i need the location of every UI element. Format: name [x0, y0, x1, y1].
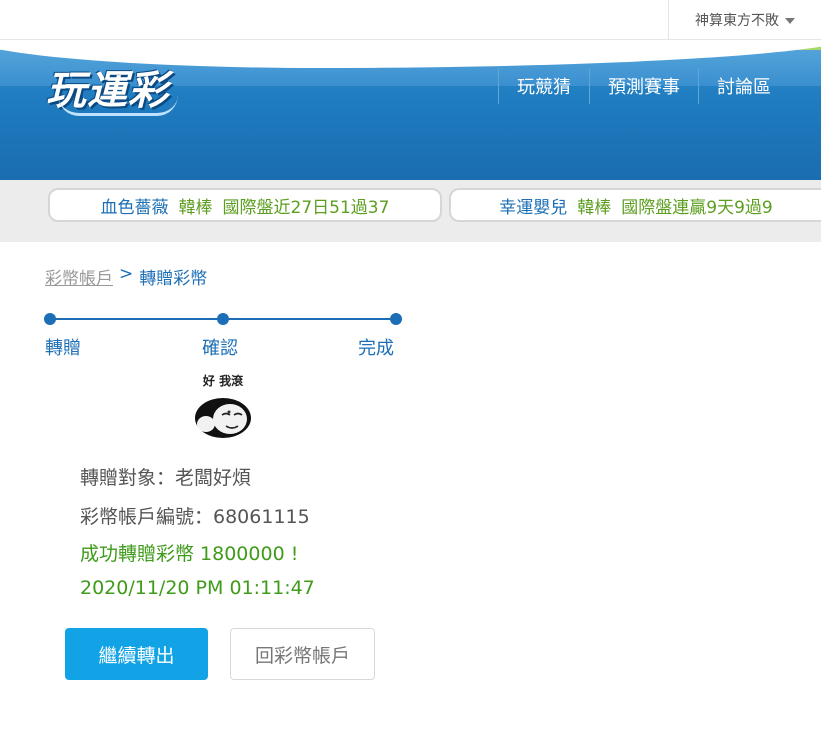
ticker-sport: 韓棒	[178, 197, 213, 218]
logo-swirl	[58, 95, 178, 116]
back-to-coin-account-button[interactable]: 回彩幣帳戶	[230, 628, 375, 680]
nav-forum[interactable]: 討論區	[698, 68, 789, 104]
ticker-stat: 國際盤連贏9天9過9	[621, 197, 773, 218]
recipient-avatar: 好 我滾	[190, 372, 256, 444]
continue-transfer-button[interactable]: 繼續轉出	[65, 628, 208, 680]
step-label-confirm: 確認	[202, 338, 238, 359]
user-name: 神算東方不敗	[695, 13, 779, 29]
account-number-text: 彩幣帳戶編號：68061115	[80, 506, 310, 528]
step-label-transfer: 轉贈	[45, 338, 81, 359]
caret-down-icon	[785, 17, 795, 24]
recipient-text: 轉贈對象：老闆好煩	[80, 467, 252, 489]
step-dot	[390, 313, 402, 325]
user-menu[interactable]: 神算東方不敗	[668, 0, 821, 40]
breadcrumb: 彩幣帳戶 > 轉贈彩幣	[45, 264, 207, 289]
ticker-item[interactable]: 血色薔薇 韓棒 國際盤近27日51過37	[48, 188, 442, 222]
ticker-name: 血色薔薇	[100, 197, 169, 218]
breadcrumb-separator: >	[119, 264, 134, 284]
main-nav: 玩競猜 預測賽事 討論區	[498, 68, 789, 104]
step-label-complete: 完成	[358, 338, 394, 359]
top-bar: 神算東方不敗	[0, 0, 821, 40]
ticker-sport: 韓棒	[577, 197, 612, 218]
breadcrumb-current: 轉贈彩幣	[139, 269, 208, 289]
nav-play-guess[interactable]: 玩競猜	[498, 68, 589, 104]
nav-predictions[interactable]: 預測賽事	[589, 68, 698, 104]
ticker-item[interactable]: 幸運嬰兒 韓棒 國際盤連贏9天9過9	[449, 188, 821, 222]
ticker-stat: 國際盤近27日51過37	[222, 197, 390, 218]
transfer-timestamp: 2020/11/20 PM 01:11:47	[80, 577, 315, 599]
breadcrumb-coin-account[interactable]: 彩幣帳戶	[45, 264, 113, 289]
step-dot	[44, 313, 56, 325]
avatar-image	[195, 398, 251, 438]
strip-scalloped-edge	[0, 234, 821, 244]
success-message: 成功轉贈彩幣 1800000 !	[80, 543, 299, 565]
ticker-name: 幸運嬰兒	[499, 197, 568, 218]
step-dot	[217, 313, 229, 325]
